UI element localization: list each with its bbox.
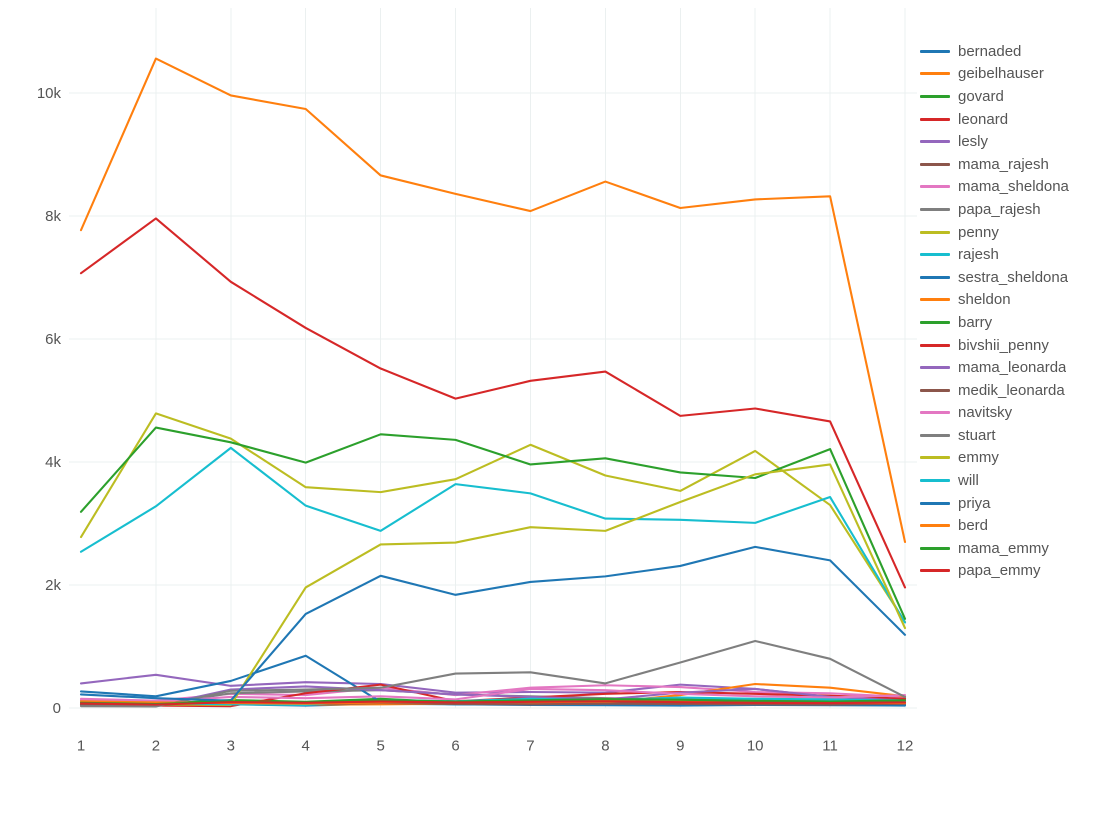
legend-swatch-icon xyxy=(920,501,950,505)
legend-swatch-icon xyxy=(920,253,950,257)
legend-swatch-icon xyxy=(920,298,950,302)
legend-item-mama_rajesh[interactable]: mama_rajesh xyxy=(920,153,1100,176)
y-tick-label: 4k xyxy=(45,454,61,471)
legend-item-label: mama_sheldona xyxy=(958,179,1069,195)
legend-item-label: bernaded xyxy=(958,43,1022,59)
x-tick-label: 3 xyxy=(227,737,235,754)
legend-item-label: bivshii_penny xyxy=(958,337,1049,353)
legend-item-rajesh[interactable]: rajesh xyxy=(920,243,1100,266)
x-tick-label: 4 xyxy=(302,737,310,754)
legend-item-label: berd xyxy=(958,518,989,534)
legend-item-medik_leonarda[interactable]: medik_leonarda xyxy=(920,379,1100,402)
x-tick-label: 7 xyxy=(526,737,534,754)
legend-item-label: mama_leonarda xyxy=(958,360,1067,376)
legend-item-geibelhauser[interactable]: geibelhauser xyxy=(920,63,1100,86)
legend-item-sheldon[interactable]: sheldon xyxy=(920,289,1100,312)
x-tick-label: 8 xyxy=(601,737,609,754)
legend-swatch-icon xyxy=(920,230,950,234)
legend-swatch-icon xyxy=(920,546,950,550)
legend-item-stuart[interactable]: stuart xyxy=(920,424,1100,447)
legend-item-label: leonard xyxy=(958,111,1009,127)
legend-swatch-icon xyxy=(920,117,950,121)
legend-item-papa_rajesh[interactable]: papa_rajesh xyxy=(920,198,1100,221)
legend-item-papa_emmy[interactable]: papa_emmy xyxy=(920,560,1100,583)
legend-swatch-icon xyxy=(920,275,950,279)
legend-swatch-icon xyxy=(920,366,950,370)
legend-swatch-icon xyxy=(920,140,950,144)
legend-swatch-icon xyxy=(920,185,950,189)
legend-item-barry[interactable]: barry xyxy=(920,311,1100,334)
legend-swatch-icon xyxy=(920,569,950,573)
x-tick-label: 9 xyxy=(676,737,684,754)
legend-item-label: will xyxy=(958,473,979,489)
legend-item-mama_sheldona[interactable]: mama_sheldona xyxy=(920,176,1100,199)
legend-item-govard[interactable]: govard xyxy=(920,85,1100,108)
legend-item-label: navitsky xyxy=(958,405,1013,421)
legend-swatch-icon xyxy=(920,94,950,98)
legend-item-label: medik_leonarda xyxy=(958,382,1065,398)
legend-item-label: sheldon xyxy=(958,292,1011,308)
x-tick-label: 11 xyxy=(822,737,838,754)
y-tick-label: 6k xyxy=(45,331,61,348)
legend-swatch-icon xyxy=(920,49,950,53)
legend-item-lesly[interactable]: lesly xyxy=(920,130,1100,153)
legend-swatch-icon xyxy=(920,162,950,166)
x-tick-label: 12 xyxy=(897,737,914,754)
x-tick-label: 6 xyxy=(451,737,459,754)
legend-item-priya[interactable]: priya xyxy=(920,492,1100,515)
legend-swatch-icon xyxy=(920,207,950,211)
x-tick-label: 2 xyxy=(152,737,160,754)
legend-item-label: papa_rajesh xyxy=(958,201,1041,217)
legend-item-label: priya xyxy=(958,495,991,511)
legend-item-label: geibelhauser xyxy=(958,66,1044,82)
legend-item-emmy[interactable]: emmy xyxy=(920,447,1100,470)
legend-swatch-icon xyxy=(920,388,950,392)
legend-item-label: emmy xyxy=(958,450,999,466)
legend-swatch-icon xyxy=(920,433,950,437)
legend-item-mama_leonarda[interactable]: mama_leonarda xyxy=(920,356,1100,379)
legend-swatch-icon xyxy=(920,320,950,324)
x-tick-label: 10 xyxy=(747,737,764,754)
legend-item-label: mama_emmy xyxy=(958,540,1049,556)
legend-item-label: penny xyxy=(958,224,999,240)
x-tick-label: 1 xyxy=(77,737,85,754)
legend-item-bivshii_penny[interactable]: bivshii_penny xyxy=(920,334,1100,357)
legend-item-navitsky[interactable]: navitsky xyxy=(920,402,1100,425)
legend-swatch-icon xyxy=(920,479,950,483)
legend-item-leonard[interactable]: leonard xyxy=(920,108,1100,131)
legend-item-label: govard xyxy=(958,88,1004,104)
legend-swatch-icon xyxy=(920,456,950,460)
y-tick-label: 0 xyxy=(53,700,61,717)
legend-item-label: lesly xyxy=(958,134,989,150)
legend-item-bernaded[interactable]: bernaded xyxy=(920,40,1100,63)
chart-root: 0 2k 4k 6k 8k 10k 1 2 3 4 5 6 7 8 9 10 11 12 bernaded gei… xyxy=(0,0,1100,822)
legend-item-sestra_sheldona[interactable]: sestra_sheldona xyxy=(920,266,1100,289)
legend-item-label: rajesh xyxy=(958,247,999,263)
legend-swatch-icon xyxy=(920,72,950,76)
legend-item-berd[interactable]: berd xyxy=(920,514,1100,537)
legend-item-penny[interactable]: penny xyxy=(920,221,1100,244)
legend-swatch-icon xyxy=(920,343,950,347)
legend-item-mama_emmy[interactable]: mama_emmy xyxy=(920,537,1100,560)
legend-swatch-icon xyxy=(920,411,950,415)
y-tick-label: 2k xyxy=(45,577,61,594)
legend-item-label: barry xyxy=(958,314,993,330)
legend-swatch-icon xyxy=(920,524,950,528)
y-tick-label: 8k xyxy=(45,208,61,225)
legend-item-will[interactable]: will xyxy=(920,469,1100,492)
legend-item-label: stuart xyxy=(958,427,996,443)
x-tick-label: 5 xyxy=(376,737,384,754)
legend-item-label: papa_emmy xyxy=(958,563,1041,579)
legend-item-label: sestra_sheldona xyxy=(958,269,1069,285)
y-tick-label: 10k xyxy=(37,85,62,102)
legend-item-label: mama_rajesh xyxy=(958,156,1049,172)
chart-legend[interactable]: bernaded geibelhauser govard leonard lesly ma… xyxy=(920,40,1100,582)
